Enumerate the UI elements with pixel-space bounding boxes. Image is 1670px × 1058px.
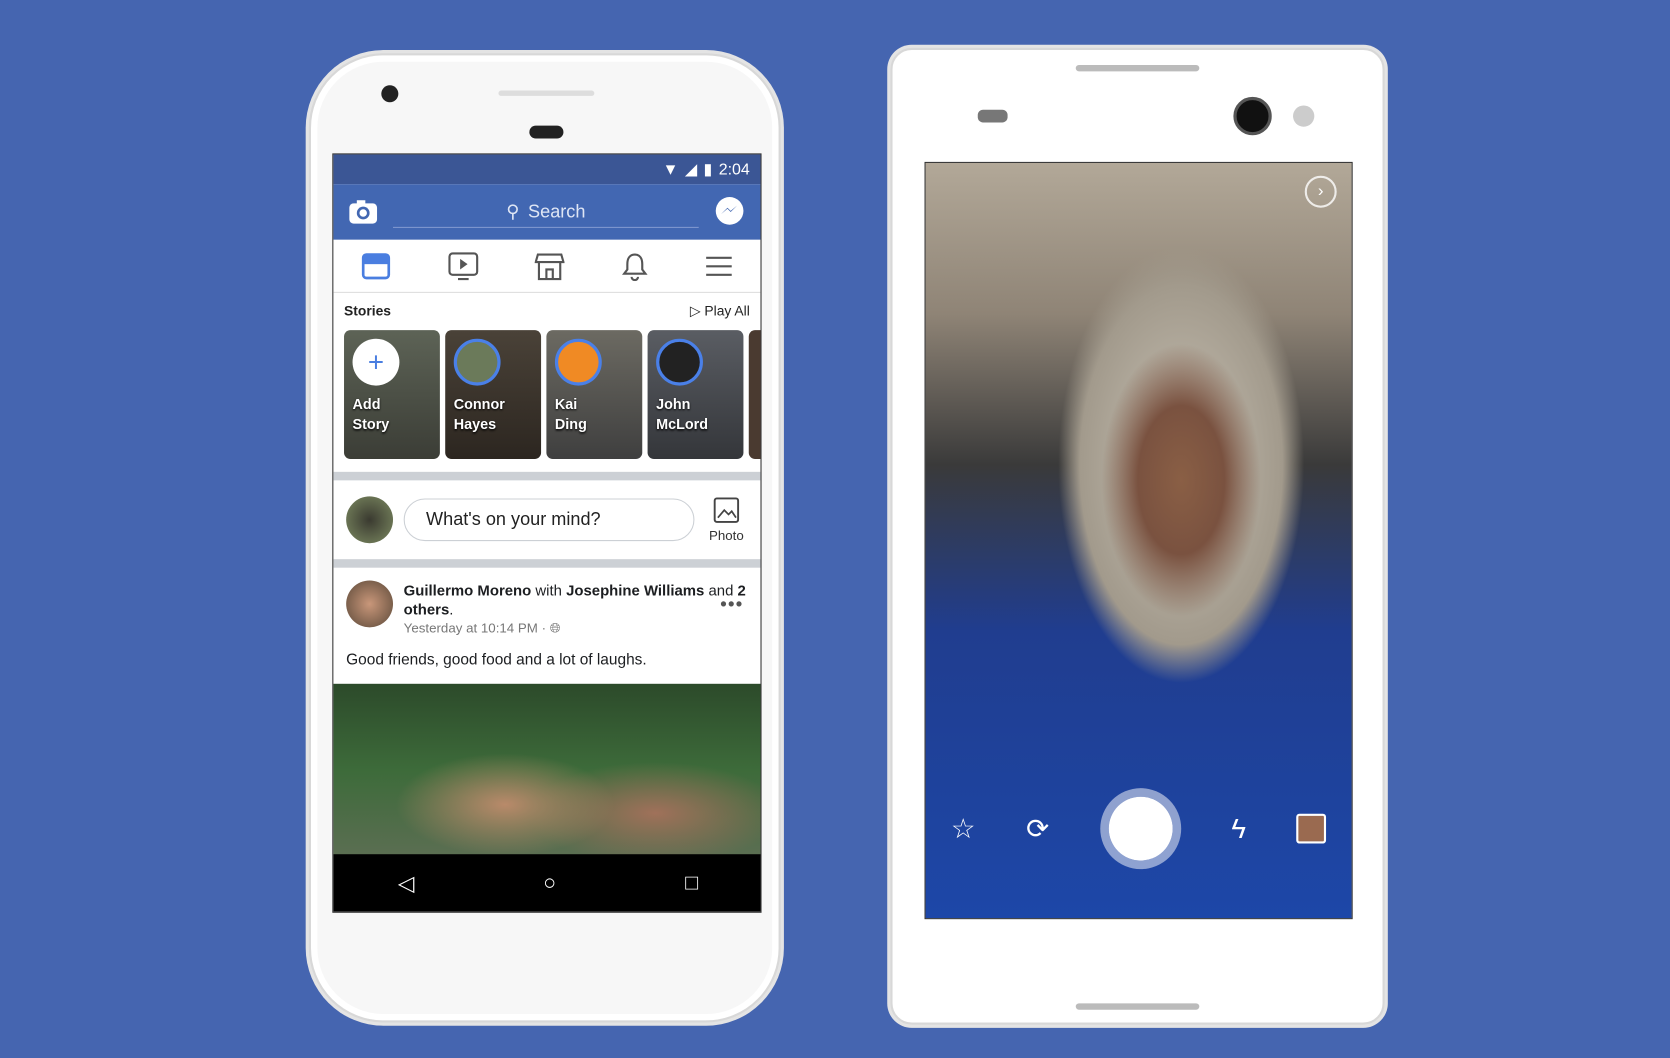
story-card[interactable]: Kai Ding — [546, 330, 643, 460]
more-options-button[interactable]: ••• — [720, 593, 743, 615]
front-camera — [381, 85, 399, 103]
sensor — [529, 125, 564, 139]
composer: What's on your mind? Photo — [333, 480, 760, 559]
news-feed-icon[interactable] — [361, 252, 391, 280]
status-bar: ▼ ◢ ▮ 2:04 — [333, 154, 761, 185]
photo-icon — [713, 496, 740, 523]
speaker — [1075, 1003, 1200, 1010]
notifications-icon[interactable] — [621, 251, 649, 281]
stories-header: Stories ▷ Play All — [333, 293, 760, 320]
camera-screen: › ☆ ⟳ ϟ — [924, 161, 1353, 920]
recents-icon[interactable]: □ — [685, 871, 698, 895]
author-link[interactable]: Guillermo Moreno — [404, 582, 532, 599]
android-nav-bar: ◁ ○ □ — [333, 854, 761, 912]
avatar — [346, 496, 394, 544]
camera-icon[interactable] — [348, 199, 378, 225]
add-icon: + — [352, 338, 400, 386]
globe-icon: 🌐︎ — [549, 620, 561, 636]
speaker — [1075, 64, 1200, 72]
add-story-card[interactable]: + Add Story — [344, 330, 440, 460]
menu-icon[interactable] — [705, 254, 733, 277]
story-card[interactable]: John McLord — [647, 330, 744, 460]
speaker — [498, 90, 595, 96]
sensor — [977, 109, 1008, 123]
avatar — [453, 338, 501, 386]
camera-phone: › ☆ ⟳ ϟ — [890, 47, 1385, 1025]
chevron-right-icon[interactable]: › — [1304, 175, 1337, 208]
post-author: Guillermo Moreno with Josephine Williams… — [403, 581, 746, 618]
front-camera — [1233, 96, 1272, 136]
status-placeholder: What's on your mind? — [426, 509, 601, 530]
feed-phone: ▼ ◢ ▮ 2:04 ⚲ Search Stories ▷ Play All + Add… — [308, 53, 781, 1023]
tagged-link[interactable]: Josephine Williams — [566, 582, 704, 599]
stories-list: + Add Story Connor Hayes Kai Ding John McLord — [333, 320, 761, 460]
shutter-button[interactable] — [1099, 788, 1181, 870]
effects-icon[interactable]: ☆ — [951, 812, 976, 845]
top-bar: ⚲ Search — [333, 184, 761, 240]
marketplace-icon[interactable] — [535, 251, 566, 281]
post-text: Good friends, good food and a lot of lau… — [346, 651, 647, 669]
wifi-icon: ▼ — [662, 160, 679, 179]
status-input[interactable]: What's on your mind? — [403, 498, 695, 542]
messenger-icon[interactable] — [714, 196, 746, 228]
avatar — [656, 338, 703, 386]
watch-icon[interactable] — [447, 251, 479, 281]
gallery-icon[interactable] — [1296, 813, 1327, 844]
stories-title: Stories — [344, 302, 391, 319]
photo-button[interactable]: Photo — [705, 496, 748, 543]
home-icon[interactable]: ○ — [543, 871, 556, 895]
photo-label: Photo — [708, 527, 744, 543]
back-icon[interactable]: ◁ — [398, 870, 414, 897]
nav-tabs — [333, 240, 761, 293]
play-all-button[interactable]: ▷ Play All — [690, 302, 750, 319]
post: Guillermo Moreno with Josephine Williams… — [333, 568, 760, 669]
story-label: John McLord — [656, 396, 709, 433]
story-label: Add Story — [352, 396, 390, 433]
camera-controls: ☆ ⟳ ϟ — [926, 788, 1352, 870]
post-photo[interactable] — [333, 683, 761, 857]
story-label: Kai Ding — [554, 396, 587, 433]
flash — [1293, 105, 1315, 127]
play-all-label: Play All — [704, 302, 750, 319]
facebook-screen: ▼ ◢ ▮ 2:04 ⚲ Search Stories ▷ Play All + Add… — [332, 153, 762, 913]
signal-icon: ◢ — [684, 160, 698, 179]
battery-icon: ▮ — [703, 160, 713, 179]
story-card[interactable] — [748, 330, 761, 460]
clock: 2:04 — [718, 160, 750, 179]
flip-camera-icon[interactable]: ⟳ — [1026, 812, 1049, 845]
divider — [333, 471, 761, 481]
divider — [333, 559, 761, 568]
avatar — [346, 580, 394, 628]
story-card[interactable]: Connor Hayes — [445, 330, 542, 460]
flash-off-icon[interactable]: ϟ — [1231, 812, 1246, 845]
search-input[interactable]: ⚲ Search — [393, 196, 699, 228]
post-time: Yesterday at 10:14 PM · 🌐︎ — [403, 620, 561, 636]
avatar — [554, 338, 602, 386]
story-label: Connor Hayes — [453, 396, 505, 433]
search-icon: ⚲ — [506, 200, 520, 222]
